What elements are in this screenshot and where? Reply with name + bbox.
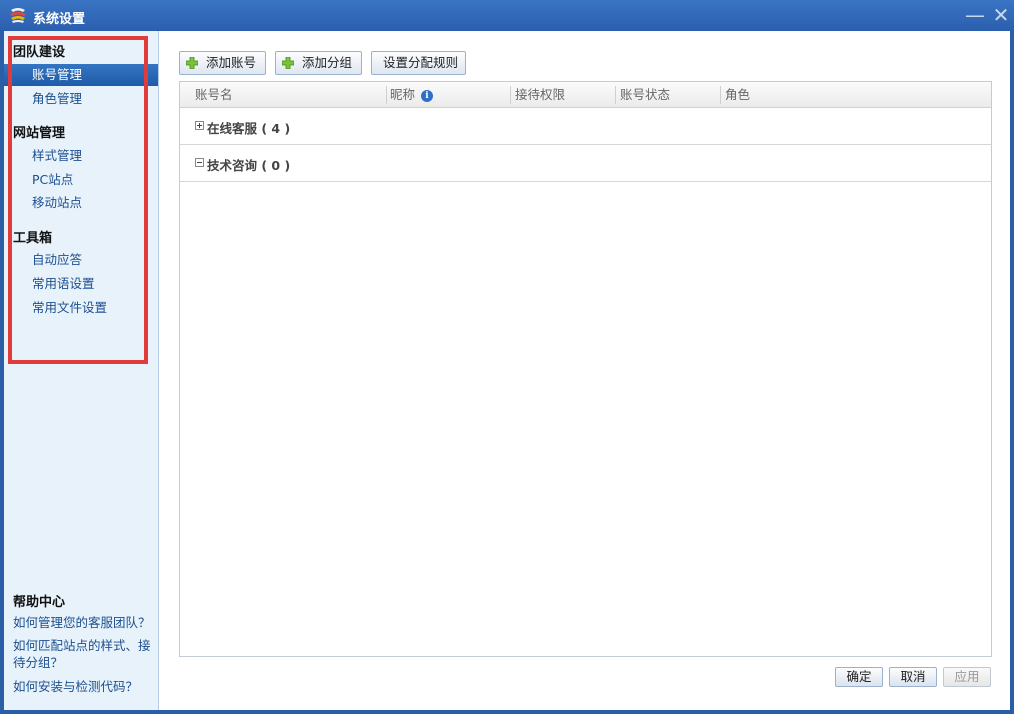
column-role[interactable]: 角色 [725,82,750,108]
ok-button[interactable]: 确定 [835,667,883,687]
settings-window: 系统设置 — ✕ 团队建设 账号管理 角色管理 网站管理 样式管理 PC站点 移… [0,0,1014,714]
minimize-button[interactable]: — [964,4,986,26]
add-account-label: 添加账号 [206,55,257,70]
set-assignment-rules-label: 设置分配规则 [383,55,459,70]
add-group-button[interactable]: 添加分组 [275,51,362,75]
column-divider[interactable] [720,86,721,104]
help-link-team[interactable]: 如何管理您的客服团队？ [13,614,158,631]
cancel-button[interactable]: 取消 [889,667,937,687]
window-content: 团队建设 账号管理 角色管理 网站管理 样式管理 PC站点 移动站点 工具箱 自… [4,31,1010,710]
info-icon[interactable]: i [421,89,433,102]
sidebar-item-account-management[interactable]: 账号管理 [4,64,158,86]
plus-icon [282,57,294,69]
sidebar-item-style-management[interactable]: 样式管理 [4,145,158,167]
expand-icon[interactable] [195,121,204,130]
column-account-name[interactable]: 账号名 [195,82,233,108]
add-group-label: 添加分组 [302,55,353,70]
column-nickname-label: 昵称 [390,87,416,102]
apply-button[interactable]: 应用 [943,667,991,687]
group-row-online-service[interactable]: 在线客服 ( 4 ) [180,108,991,145]
sidebar-item-common-files[interactable]: 常用文件设置 [4,297,158,319]
group-label: 在线客服 ( 4 ) [207,121,291,136]
sidebar-item-pc-site[interactable]: PC站点 [4,169,158,191]
sidebar-heading-team: 团队建设 [13,45,66,60]
group-row-tech-consult[interactable]: 技术咨询 ( 0 ) [180,145,991,182]
sidebar-item-auto-reply[interactable]: 自动应答 [4,249,158,271]
column-nickname[interactable]: 昵称 i [390,82,433,108]
grid-header: 账号名 昵称 i 接待权限 账号状态 角色 [180,82,991,108]
column-divider[interactable] [386,86,387,104]
title-bar[interactable]: 系统设置 — ✕ [0,0,1014,31]
account-grid: 账号名 昵称 i 接待权限 账号状态 角色 在线客服 ( 4 ) 技术咨询 (… [179,81,992,657]
collapse-icon[interactable] [195,158,204,167]
group-label: 技术咨询 ( 0 ) [207,158,291,173]
sidebar-item-role-management[interactable]: 角色管理 [4,88,158,110]
help-center-title: 帮助中心 [13,595,66,610]
sidebar-heading-site: 网站管理 [13,126,66,141]
sidebar-heading-toolbox: 工具箱 [13,231,53,246]
close-button[interactable]: ✕ [990,4,1012,26]
sidebar: 团队建设 账号管理 角色管理 网站管理 样式管理 PC站点 移动站点 工具箱 自… [4,31,159,710]
column-divider[interactable] [615,86,616,104]
help-link-install-code[interactable]: 如何安装与检测代码？ [13,678,158,695]
column-account-status[interactable]: 账号状态 [620,82,670,108]
column-reception-permission[interactable]: 接待权限 [515,82,565,108]
sidebar-item-mobile-site[interactable]: 移动站点 [4,192,158,214]
main-panel: 添加账号 添加分组 设置分配规则 账号名 昵称 i 接待权限 账号状态 角色 在… [159,31,1010,710]
column-divider[interactable] [510,86,511,104]
window-title: 系统设置 [33,12,86,27]
help-link-site-style[interactable]: 如何匹配站点的样式、接待分组？ [13,637,158,671]
plus-icon [186,57,198,69]
set-assignment-rules-button[interactable]: 设置分配规则 [371,51,466,75]
add-account-button[interactable]: 添加账号 [179,51,266,75]
app-logo-icon [10,8,26,23]
sidebar-item-common-phrases[interactable]: 常用语设置 [4,273,158,295]
